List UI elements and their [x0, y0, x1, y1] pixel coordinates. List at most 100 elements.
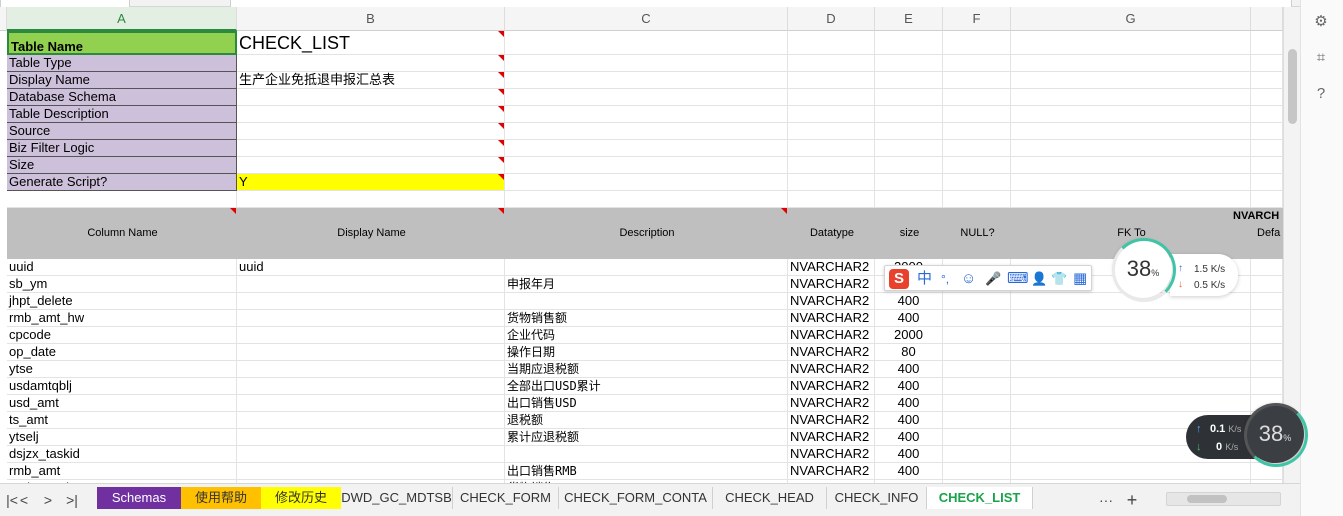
prev-sheet-button[interactable]: <	[14, 490, 34, 510]
column-header-e[interactable]: E	[875, 7, 943, 31]
empty-cell[interactable]	[943, 293, 1011, 310]
meta-label-cell[interactable]: Table Description	[7, 106, 237, 123]
empty-cell[interactable]	[875, 191, 943, 208]
empty-cell[interactable]	[875, 140, 943, 157]
empty-cell[interactable]	[1011, 140, 1251, 157]
display-name-cell[interactable]	[237, 429, 505, 446]
datatype-cell[interactable]: NVARCHAR2	[788, 293, 875, 310]
datatype-cell[interactable]: NVARCHAR2	[788, 378, 875, 395]
empty-cell[interactable]	[1011, 72, 1251, 89]
datatype-cell[interactable]: NVARCHAR2	[788, 344, 875, 361]
display-name-cell[interactable]	[237, 446, 505, 463]
description-cell[interactable]: 当期应退税额	[505, 361, 788, 378]
size-cell[interactable]: 400	[875, 378, 943, 395]
empty-cell[interactable]	[1251, 72, 1283, 89]
empty-cell[interactable]	[943, 191, 1011, 208]
sheet-tab-check-info[interactable]: CHECK_INFO	[827, 487, 927, 509]
column-name-cell[interactable]: jhpt_delete	[7, 293, 237, 310]
empty-cell[interactable]	[875, 89, 943, 106]
datatype-cell[interactable]: NVARCHAR2	[788, 259, 875, 276]
column-name-cell[interactable]: dsjzx_taskid	[7, 446, 237, 463]
header-column-name[interactable]: Column Name	[7, 208, 237, 259]
size-cell[interactable]: 400	[875, 310, 943, 327]
empty-cell[interactable]	[875, 72, 943, 89]
description-cell[interactable]	[505, 293, 788, 310]
column-name-cell[interactable]: cpcode	[7, 327, 237, 344]
meta-label-cell[interactable]: Table Name	[7, 31, 237, 55]
meta-value-cell[interactable]	[237, 55, 505, 72]
header-display-name[interactable]: Display Name	[237, 208, 505, 259]
empty-cell[interactable]	[943, 446, 1011, 463]
empty-cell[interactable]	[1011, 463, 1251, 480]
empty-cell[interactable]	[1011, 327, 1251, 344]
description-cell[interactable]: 出口销售USD	[505, 395, 788, 412]
horizontal-scroll-thumb[interactable]	[1187, 495, 1227, 503]
sheet-tab-1[interactable]: 使用帮助	[181, 487, 261, 509]
datatype-cell[interactable]: NVARCHAR2	[788, 361, 875, 378]
empty-cell[interactable]	[1011, 123, 1251, 140]
display-name-cell[interactable]	[237, 378, 505, 395]
last-sheet-button[interactable]: >|	[62, 490, 82, 510]
empty-cell[interactable]	[943, 72, 1011, 89]
datatype-cell[interactable]: NVARCHAR2	[788, 276, 875, 293]
empty-cell[interactable]	[505, 72, 788, 89]
description-cell[interactable]: 退税额	[505, 412, 788, 429]
layout-icon[interactable]: ⌗	[1311, 48, 1331, 68]
meta-value-cell[interactable]	[237, 123, 505, 140]
fx-icon[interactable]	[150, 0, 222, 6]
empty-cell[interactable]	[1251, 259, 1283, 276]
filter-settings-icon[interactable]: ⚙	[1311, 12, 1331, 32]
empty-cell[interactable]	[788, 31, 875, 55]
add-sheet-button[interactable]: +	[1122, 490, 1142, 510]
empty-cell[interactable]	[1011, 89, 1251, 106]
empty-cell[interactable]	[505, 89, 788, 106]
empty-cell[interactable]	[1251, 327, 1283, 344]
empty-cell[interactable]	[505, 123, 788, 140]
empty-cell[interactable]	[943, 412, 1011, 429]
skin-icon[interactable]: 👕	[1051, 269, 1067, 289]
empty-cell[interactable]	[875, 31, 943, 55]
meta-label-cell[interactable]: Biz Filter Logic	[7, 140, 237, 157]
column-header-b[interactable]: B	[237, 7, 505, 31]
description-cell[interactable]: 全部出口USD累计	[505, 378, 788, 395]
empty-cell[interactable]	[1251, 310, 1283, 327]
meta-value-cell[interactable]	[237, 89, 505, 106]
column-name-cell[interactable]: ytselj	[7, 429, 237, 446]
empty-cell[interactable]	[943, 106, 1011, 123]
empty-cell[interactable]	[1251, 157, 1283, 174]
header-datatype[interactable]: Datatype	[788, 208, 875, 259]
display-name-cell[interactable]	[237, 310, 505, 327]
column-name-cell[interactable]: sb_ym	[7, 276, 237, 293]
empty-cell[interactable]	[788, 191, 875, 208]
keyboard-icon[interactable]: ⌨	[1007, 269, 1029, 289]
sheet-tab-2[interactable]: 修改历史	[261, 487, 341, 509]
empty-cell[interactable]	[788, 72, 875, 89]
empty-cell[interactable]	[1251, 89, 1283, 106]
empty-cell[interactable]	[875, 106, 943, 123]
meta-value-cell[interactable]: Y	[237, 174, 505, 191]
column-name-cell[interactable]: ytse	[7, 361, 237, 378]
display-name-cell[interactable]	[237, 463, 505, 480]
display-name-cell[interactable]	[237, 395, 505, 412]
meta-label-cell[interactable]: Database Schema	[7, 89, 237, 106]
empty-cell[interactable]	[1251, 174, 1283, 191]
description-cell[interactable]	[505, 259, 788, 276]
size-cell[interactable]: 400	[875, 395, 943, 412]
column-name-cell[interactable]: usd_amt	[7, 395, 237, 412]
empty-cell[interactable]	[1011, 157, 1251, 174]
meta-value-cell[interactable]	[237, 106, 505, 123]
empty-cell[interactable]	[788, 174, 875, 191]
sheet-tab-check-form-conta[interactable]: CHECK_FORM_CONTA	[559, 487, 713, 509]
datatype-cell[interactable]: NVARCHAR2	[788, 395, 875, 412]
emoji-icon[interactable]: ☺	[961, 269, 976, 289]
empty-cell[interactable]	[1251, 344, 1283, 361]
empty-cell[interactable]	[943, 327, 1011, 344]
empty-cell[interactable]	[505, 157, 788, 174]
size-cell[interactable]: 400	[875, 293, 943, 310]
size-cell[interactable]: 400	[875, 361, 943, 378]
next-sheet-button[interactable]: >	[38, 490, 58, 510]
empty-cell[interactable]	[237, 191, 505, 208]
display-name-cell[interactable]	[237, 344, 505, 361]
ime-lang-toggle[interactable]: 中	[917, 269, 932, 289]
empty-cell[interactable]	[943, 140, 1011, 157]
